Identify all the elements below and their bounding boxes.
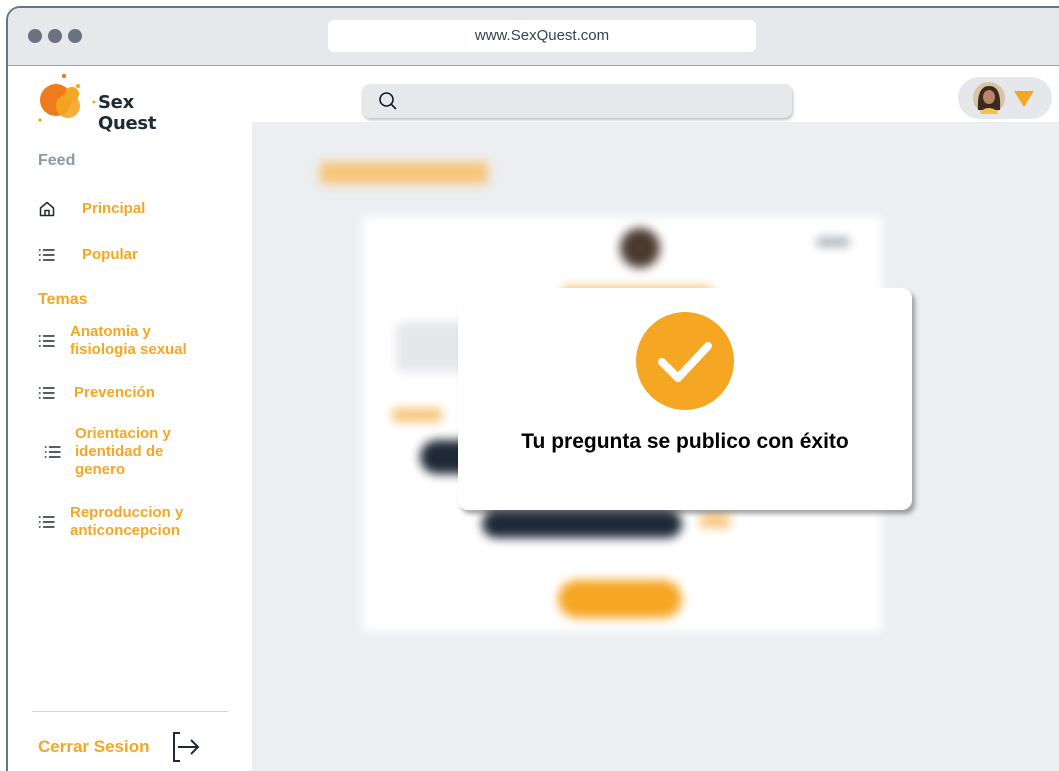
window-control-dot[interactable]	[68, 29, 82, 43]
user-menu-button[interactable]	[958, 77, 1052, 119]
sidebar-item-label: Anatomia y fisiologia sexual	[70, 323, 187, 358]
sidebar-item-label: Principal	[82, 200, 146, 217]
app-name: Sex Quest	[98, 92, 157, 134]
logout-button[interactable]: Cerrar Sesion	[38, 728, 218, 764]
avatar	[973, 82, 1005, 114]
app-logo[interactable]: Sex Quest	[34, 72, 194, 134]
sidebar-item-principal[interactable]: Principal	[38, 196, 238, 222]
success-message: Tu pregunta se publico con éxito	[521, 430, 849, 453]
search-icon	[379, 92, 397, 110]
success-badge	[636, 312, 734, 410]
sidebar-item-label: Prevención	[74, 384, 155, 401]
list-icon	[38, 516, 55, 528]
list-icon	[38, 335, 55, 347]
sidebar-item-prevencion[interactable]: Prevención	[38, 380, 238, 406]
window-control-dot[interactable]	[48, 29, 62, 43]
sidebar-item-label: Orientacion y identidad de genero	[75, 425, 171, 478]
sidebar-item-orientacion[interactable]: Orientacion y identidad de genero	[38, 422, 238, 482]
sidebar-item-label: Reproduccion y anticoncepcion	[70, 504, 184, 539]
sidebar-item-anatomia[interactable]: Anatomia y fisiologia sexual	[38, 321, 238, 361]
logo-icon	[38, 73, 96, 122]
app-header	[252, 66, 1059, 122]
window-control-dot[interactable]	[28, 29, 42, 43]
sidebar-item-label: Popular	[82, 246, 138, 263]
list-icon	[38, 387, 55, 399]
search-input[interactable]	[362, 84, 792, 118]
checkmark-icon	[658, 342, 712, 382]
success-dialog: Tu pregunta se publico con éxito	[458, 288, 912, 510]
browser-window: www.SexQuest.com Sex Quest Feed Principa…	[6, 6, 1059, 771]
topics-heading: Temas	[38, 291, 88, 308]
home-icon	[39, 201, 55, 217]
chevron-down-icon	[1014, 91, 1034, 107]
logout-label: Cerrar Sesion	[38, 737, 150, 756]
sidebar-divider	[32, 711, 228, 712]
address-bar[interactable]: www.SexQuest.com	[328, 20, 756, 52]
list-icon	[38, 249, 55, 261]
sidebar: Sex Quest Feed Principal Popular Temas A…	[8, 66, 252, 771]
logout-icon	[173, 732, 200, 762]
browser-titlebar: www.SexQuest.com	[8, 8, 1059, 66]
sidebar-item-popular[interactable]: Popular	[38, 242, 238, 268]
feed-heading: Feed	[38, 152, 76, 169]
sidebar-item-reproduccion[interactable]: Reproduccion y anticoncepcion	[38, 502, 238, 542]
list-icon	[44, 446, 61, 458]
